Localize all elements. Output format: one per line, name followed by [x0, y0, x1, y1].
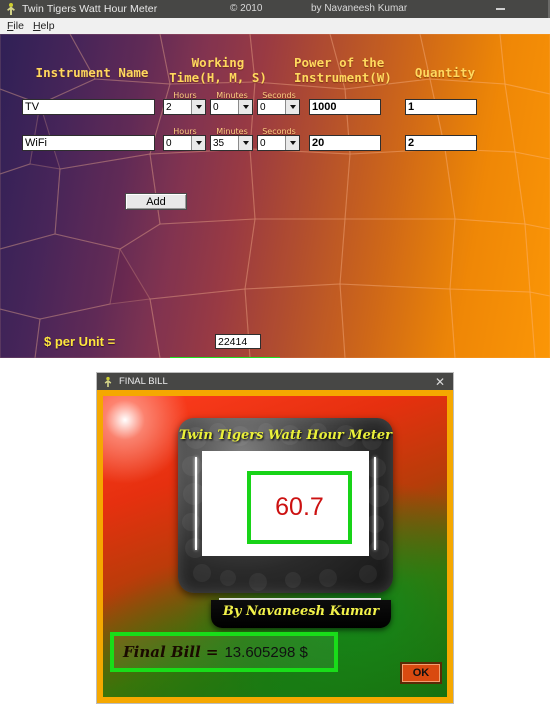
app-person-icon: [102, 376, 114, 388]
main-titlebar: Twin Tigers Watt Hour Meter © 2010 by Na…: [0, 0, 550, 18]
device-author: By Navaneesh Kumar: [222, 604, 380, 619]
seconds-select-1[interactable]: 0: [257, 99, 300, 115]
minutes-select-2[interactable]: 35: [210, 135, 253, 151]
hours-value-2: 0: [166, 137, 172, 149]
dollar-per-unit-label: $ per Unit =: [44, 334, 116, 349]
dialog-content: Twin Tigers Watt Hour Meter 60.7 By Nava…: [103, 396, 447, 697]
window-title: Twin Tigers Watt Hour Meter: [22, 3, 158, 15]
hours-value-1: 2: [166, 101, 172, 113]
minutes-value-1: 0: [213, 101, 219, 113]
ok-button[interactable]: OK: [400, 662, 442, 684]
minimize-button[interactable]: [487, 0, 513, 18]
chevron-down-icon[interactable]: [285, 100, 299, 114]
menu-item-help[interactable]: Help: [33, 20, 55, 32]
author-text: by Navaneesh Kumar: [311, 3, 408, 14]
chevron-down-icon[interactable]: [285, 136, 299, 150]
minutes-select-1[interactable]: 0: [210, 99, 253, 115]
hours-select-1[interactable]: 2: [163, 99, 206, 115]
menu-bar: File Help: [0, 18, 550, 35]
seconds-value-1: 0: [260, 101, 266, 113]
quantity-input-2[interactable]: 2: [405, 135, 477, 151]
screen-left-bar: [195, 457, 197, 550]
unit-price-input[interactable]: 22414: [215, 334, 261, 349]
final-bill-dialog: FINAL BILL ✕ Twin Tigers Watt Hour Meter: [97, 373, 453, 703]
reading-value: 60.7: [275, 493, 324, 521]
device-author-bar: By Navaneesh Kumar: [211, 600, 391, 628]
power-line2: Instrument(W): [294, 70, 392, 85]
working-time-line1: Working: [191, 55, 245, 70]
column-header-quantity: Quantity: [414, 65, 476, 80]
final-bill-value: 13.605298 $: [224, 643, 308, 661]
final-bill-box: Final Bill = 13.605298 $: [110, 632, 338, 672]
final-bill-label: Final Bill =: [123, 643, 219, 661]
column-header-instrument-name: Instrument Name: [35, 65, 149, 80]
quantity-input-1[interactable]: 1: [405, 99, 477, 115]
chevron-down-icon[interactable]: [238, 136, 252, 150]
screen-right-bar: [374, 457, 376, 550]
minutes-value-2: 35: [213, 137, 225, 149]
column-header-working-time: Working Time(H, M, S): [158, 55, 278, 85]
chevron-down-icon[interactable]: [191, 136, 205, 150]
menu-item-file[interactable]: File: [7, 20, 24, 32]
app-person-icon: [4, 2, 18, 16]
device-title: Twin Tigers Watt Hour Meter: [178, 428, 392, 443]
meter-device: Twin Tigers Watt Hour Meter 60.7: [178, 418, 393, 593]
reading-box: 60.7: [247, 471, 352, 544]
close-icon[interactable]: ✕: [431, 373, 449, 390]
power-line1: Power of the: [294, 55, 385, 70]
seconds-select-2[interactable]: 0: [257, 135, 300, 151]
instrument-name-input-2[interactable]: WiFi: [22, 135, 155, 151]
dialog-titlebar: FINAL BILL ✕: [97, 373, 453, 390]
hours-select-2[interactable]: 0: [163, 135, 206, 151]
power-input-1[interactable]: 1000: [309, 99, 381, 115]
column-header-power: Power of the Instrument(W): [294, 55, 404, 85]
working-time-line2: Time(H, M, S): [169, 70, 267, 85]
copyright-text: © 2010: [230, 3, 263, 14]
add-button[interactable]: Add: [125, 193, 187, 210]
dialog-title: FINAL BILL: [119, 376, 168, 387]
instrument-name-input-1[interactable]: TV: [22, 99, 155, 115]
form-canvas: Instrument Name Working Time(H, M, S) Po…: [0, 34, 550, 358]
chevron-down-icon[interactable]: [238, 100, 252, 114]
chevron-down-icon[interactable]: [191, 100, 205, 114]
meter-screen: 60.7: [195, 451, 376, 556]
seconds-value-2: 0: [260, 137, 266, 149]
power-input-2[interactable]: 20: [309, 135, 381, 151]
dialog-frame: Twin Tigers Watt Hour Meter 60.7 By Nava…: [97, 390, 453, 703]
main-window: Twin Tigers Watt Hour Meter © 2010 by Na…: [0, 0, 550, 358]
calculate-button[interactable]: CALCULATE: [170, 357, 280, 358]
